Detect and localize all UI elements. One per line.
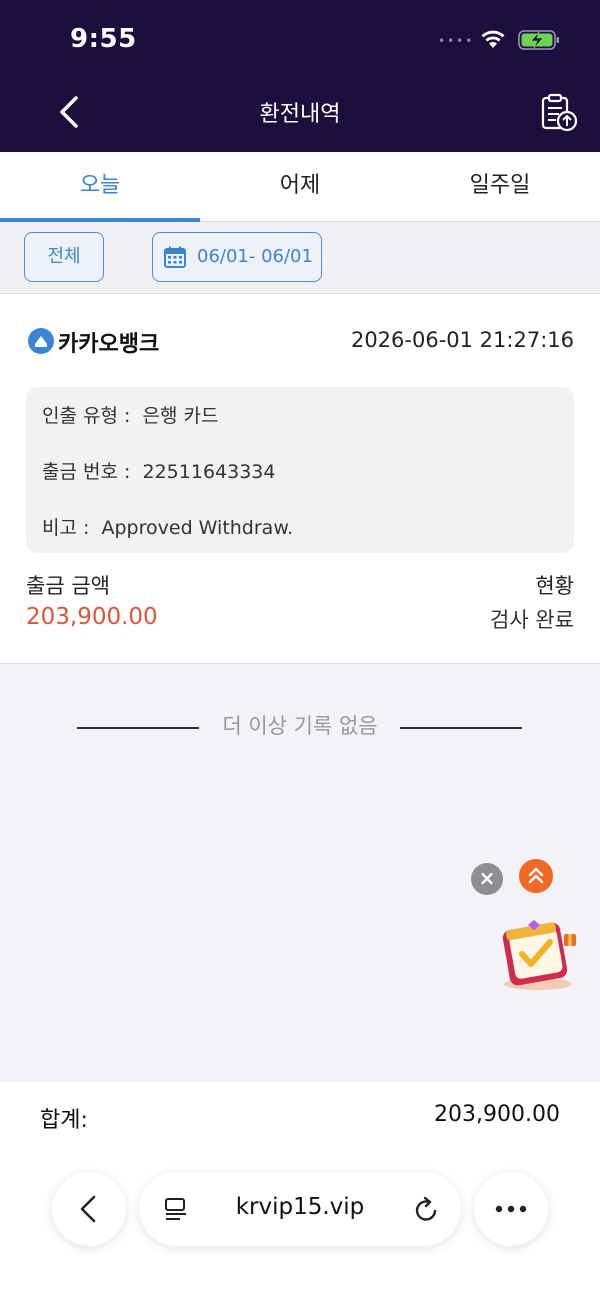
filter-bar: 전체 06/01- 06/01 — [0, 222, 600, 294]
withdrawal-type-value: 은행 카드 — [142, 405, 219, 427]
app-header: 9:55 •••• 환전내역 — [0, 0, 600, 152]
chevron-left-icon — [80, 1195, 96, 1223]
filter-all-button[interactable]: 전체 — [24, 232, 104, 282]
record-details: 인출 유형 : 은행 카드 출금 번호 : 22511643334 비고 : A… — [26, 387, 574, 553]
withdrawal-number-value: 22511643334 — [142, 461, 276, 483]
bank-name: 카카오뱅크 — [58, 332, 160, 357]
browser-toolbar: krvip15.vip — [0, 1172, 600, 1252]
note-row: 비고 : Approved Withdraw. — [42, 513, 293, 540]
status-time: 9:55 — [70, 24, 137, 54]
total-label: 합계: — [40, 1108, 88, 1133]
total-value: 203,900.00 — [434, 1102, 560, 1127]
page-title: 환전내역 — [259, 102, 341, 127]
clipboard-upload-icon[interactable] — [538, 92, 580, 134]
divider-right — [400, 727, 522, 729]
withdrawal-number-row: 출금 번호 : 22511643334 — [42, 457, 275, 484]
no-more-records-text: 더 이상 기록 없음 — [222, 714, 378, 738]
wifi-icon — [481, 30, 505, 48]
address-bar[interactable]: krvip15.vip — [139, 1172, 461, 1246]
withdrawal-type-label: 인출 유형 : — [42, 405, 131, 427]
calendar-icon — [164, 246, 186, 268]
period-tabs: 오늘 어제 일주일 — [0, 152, 600, 222]
tab-week[interactable]: 일주일 — [400, 152, 600, 222]
note-value: Approved Withdraw. — [101, 517, 294, 539]
withdrawal-type-row: 인출 유형 : 은행 카드 — [42, 401, 218, 428]
battery-charging-icon — [518, 30, 559, 50]
tab-yesterday[interactable]: 어제 — [200, 152, 400, 222]
date-range-text: 06/01- 06/01 — [197, 246, 313, 267]
amount-label: 출금 금액 — [26, 574, 110, 598]
date-range-button[interactable]: 06/01- 06/01 — [152, 232, 322, 282]
browser-back-button[interactable] — [52, 1172, 126, 1246]
more-options-button[interactable] — [474, 1172, 548, 1246]
status-label: 현황 — [535, 574, 574, 598]
status-value: 검사 완료 — [490, 608, 574, 632]
cellular-signal-icon: •••• — [438, 34, 475, 48]
kakaobank-logo-icon — [28, 328, 54, 354]
reload-icon[interactable] — [413, 1196, 441, 1224]
tab-today[interactable]: 오늘 — [0, 152, 200, 222]
promo-calendar-gift-icon[interactable] — [498, 916, 580, 992]
withdrawal-record[interactable]: 카카오뱅크 2026-06-01 21:27:16 인출 유형 : 은행 카드 … — [0, 294, 600, 664]
ellipsis-icon — [495, 1205, 527, 1213]
close-icon[interactable]: × — [471, 863, 503, 895]
amount-value: 203,900.00 — [26, 604, 158, 630]
scroll-to-top-icon[interactable] — [519, 859, 553, 893]
no-more-records: 더 이상 기록 없음 — [0, 710, 600, 744]
withdrawal-number-label: 출금 번호 : — [42, 461, 131, 483]
note-label: 비고 : — [42, 517, 90, 539]
record-timestamp: 2026-06-01 21:27:16 — [350, 328, 574, 352]
